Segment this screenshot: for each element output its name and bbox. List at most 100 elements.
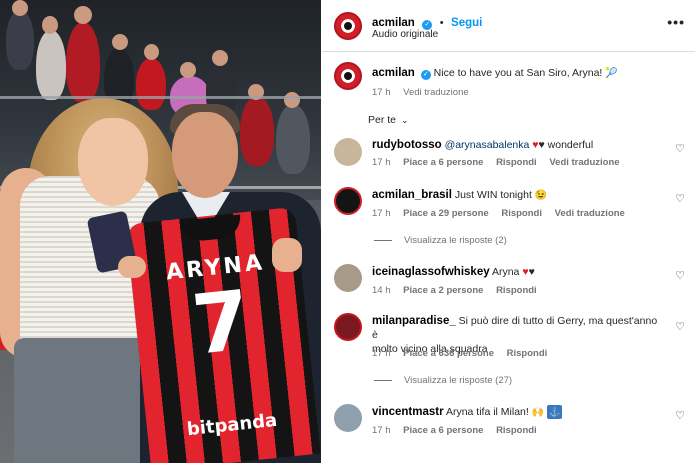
- comment-mention[interactable]: @arynasabalenka: [445, 139, 530, 151]
- comment-username[interactable]: acmilan_brasil: [372, 189, 452, 201]
- reply-button[interactable]: Rispondi: [501, 208, 542, 219]
- chevron-down-icon: ⌄: [400, 115, 409, 125]
- jersey-number: 7: [188, 273, 255, 374]
- hand: [272, 238, 302, 272]
- comment-likes[interactable]: Piace a 2 persone: [403, 285, 483, 296]
- post-side-panel: acmilan ✓ • Segui Audio originale ••• ac…: [322, 0, 695, 463]
- fan-head: [12, 0, 28, 16]
- comment-time[interactable]: 17 h: [372, 157, 391, 168]
- comment-avatar[interactable]: [334, 313, 362, 341]
- woman-face: [78, 118, 148, 206]
- comment-avatar[interactable]: [334, 404, 362, 432]
- comment-avatar[interactable]: [334, 187, 362, 215]
- comment-meta: 17 h Piace a 6 persone Rispondi Vedi tra…: [372, 157, 630, 168]
- comment-meta: 17 h Piace a 6 persone Rispondi: [372, 425, 547, 436]
- comment-username[interactable]: rudybotosso: [372, 139, 442, 151]
- reply-button[interactable]: Rispondi: [496, 157, 537, 168]
- fan: [240, 96, 274, 166]
- like-heart-icon[interactable]: ♡: [675, 192, 685, 205]
- comment-meta: 14 h Piace a 2 persone Rispondi: [372, 285, 547, 296]
- tennis-emoji-icon: 🎾: [605, 68, 618, 79]
- jersey-sponsor: bitpanda: [185, 409, 279, 441]
- fan-head: [180, 62, 196, 78]
- comment-text: Aryna: [491, 266, 520, 278]
- more-icon[interactable]: •••: [667, 14, 685, 30]
- follow-button[interactable]: Segui: [451, 17, 482, 29]
- view-replies-label: Visualizza le risposte (27): [404, 375, 513, 386]
- comment-username[interactable]: milanparadise_: [372, 315, 456, 327]
- comment-text: Just WIN tonight: [454, 189, 532, 201]
- translate-button[interactable]: Vedi traduzione: [549, 157, 619, 168]
- comment-avatar[interactable]: [334, 138, 362, 166]
- wink-emoji-icon: 😉: [534, 190, 548, 201]
- caption-username[interactable]: acmilan: [372, 67, 415, 79]
- caption: acmilan ✓ Nice to have you at San Siro, …: [372, 66, 618, 81]
- comment-likes[interactable]: Piace a 29 persone: [403, 208, 489, 219]
- comment-likes[interactable]: Piace a 636 persone: [403, 348, 494, 359]
- caption-text: Nice to have you at San Siro, Aryna!: [433, 67, 603, 79]
- fan: [276, 104, 310, 174]
- comment-filter-label: Per te: [368, 114, 397, 126]
- divider-line: [374, 379, 392, 381]
- audio-label[interactable]: Audio originale: [372, 29, 438, 40]
- fan: [36, 30, 66, 100]
- post-image[interactable]: ARYNA 7 bitpanda: [0, 0, 321, 463]
- verified-icon: ✓: [420, 70, 431, 80]
- fan-head: [112, 34, 128, 50]
- view-replies-label: Visualizza le risposte (2): [404, 235, 507, 246]
- like-heart-icon[interactable]: ♡: [675, 269, 685, 282]
- reply-button[interactable]: Rispondi: [507, 348, 548, 359]
- separator-dot: •: [439, 17, 444, 29]
- fan-head: [74, 6, 92, 24]
- fan-head: [42, 16, 58, 34]
- comment-meta: 17 h Piace a 636 persone Rispondi: [372, 348, 557, 359]
- comment-time[interactable]: 17 h: [372, 348, 391, 359]
- comment-likes[interactable]: Piace a 6 persone: [403, 157, 483, 168]
- comment-2: acmilan_brasil Just WIN tonight 😉: [372, 188, 547, 203]
- jersey-collar: [180, 214, 243, 243]
- comment-time[interactable]: 17 h: [372, 208, 391, 219]
- fan: [136, 58, 166, 110]
- comment-text: wonderful: [547, 139, 594, 151]
- comment-meta: 17 h Piace a 29 persone Rispondi Vedi tr…: [372, 208, 635, 219]
- fan: [6, 10, 34, 70]
- post-header: acmilan ✓ • Segui Audio originale •••: [322, 0, 695, 52]
- caption-translate[interactable]: Vedi traduzione: [403, 87, 469, 98]
- comment-username[interactable]: vincentmastr: [372, 406, 444, 418]
- like-heart-icon[interactable]: ♡: [675, 320, 685, 333]
- caption-time[interactable]: 17 h: [372, 87, 391, 98]
- comment-username[interactable]: iceinaglassofwhiskey: [372, 266, 490, 278]
- black-heart-icon: ♥: [528, 266, 535, 278]
- like-heart-icon[interactable]: ♡: [675, 409, 685, 422]
- comment-filter[interactable]: Per te ⌄: [368, 114, 408, 126]
- man-face: [172, 112, 238, 198]
- comment-5: vincentmastr Aryna tifa il Milan! 🙌 ⚓: [372, 405, 563, 420]
- fan-head: [212, 50, 228, 66]
- raised-hands-emoji-icon: 🙌: [531, 407, 545, 418]
- fan-head: [144, 44, 159, 60]
- comment-1: rudybotosso @arynasabalenka ♥♥ wonderful: [372, 138, 593, 152]
- anchor-badge-icon: ⚓: [547, 405, 563, 419]
- divider-line: [374, 239, 392, 241]
- comment-likes[interactable]: Piace a 6 persone: [403, 425, 483, 436]
- caption-avatar[interactable]: [334, 62, 362, 90]
- black-heart-icon: ♥: [538, 139, 545, 151]
- reply-button[interactable]: Rispondi: [496, 425, 537, 436]
- hand: [118, 256, 146, 278]
- comment-time[interactable]: 14 h: [372, 285, 391, 296]
- acmilan-avatar[interactable]: [334, 12, 362, 40]
- railing: [0, 96, 321, 99]
- header-username[interactable]: acmilan: [372, 17, 415, 29]
- caption-meta: 17 h Vedi traduzione: [372, 87, 479, 98]
- comment-3: iceinaglassofwhiskey Aryna ♥♥: [372, 265, 535, 279]
- comment-time[interactable]: 17 h: [372, 425, 391, 436]
- view-replies-button[interactable]: Visualizza le risposte (2): [374, 235, 507, 246]
- comment-avatar[interactable]: [334, 264, 362, 292]
- like-heart-icon[interactable]: ♡: [675, 142, 685, 155]
- translate-button[interactable]: Vedi traduzione: [555, 208, 625, 219]
- reply-button[interactable]: Rispondi: [496, 285, 537, 296]
- fan: [66, 22, 100, 102]
- fan-head: [284, 92, 300, 108]
- comment-text: Aryna tifa il Milan!: [445, 406, 529, 418]
- view-replies-button[interactable]: Visualizza le risposte (27): [374, 375, 512, 386]
